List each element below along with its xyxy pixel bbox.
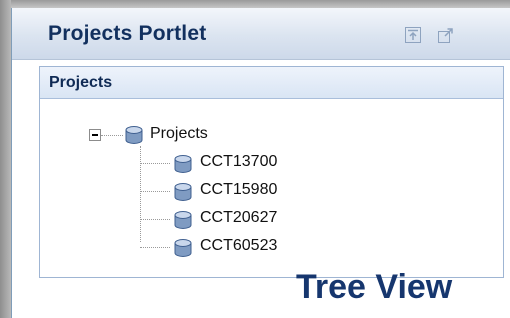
portlet-title: Projects Portlet xyxy=(48,22,207,45)
tree-connector xyxy=(140,163,170,164)
maximize-icon[interactable] xyxy=(437,26,455,44)
tree-node[interactable]: CCT15980 xyxy=(200,181,277,199)
screen: Projects Portlet Projects Projects CCT13… xyxy=(0,0,510,318)
cylinder-icon xyxy=(172,210,194,230)
tree-connector xyxy=(140,146,141,242)
tree-node[interactable]: CCT60523 xyxy=(200,237,277,255)
tree-connector xyxy=(101,135,123,136)
collapse-toggle[interactable] xyxy=(89,129,101,141)
cylinder-icon xyxy=(172,182,194,202)
cylinder-icon xyxy=(172,154,194,174)
tree-connector xyxy=(140,247,170,248)
projects-section: Projects Projects CCT13700 CCT15980 CCT2… xyxy=(39,66,504,278)
tree-node[interactable]: CCT13700 xyxy=(200,153,277,171)
portlet-header: Projects Portlet xyxy=(12,8,510,60)
tree-connector xyxy=(140,191,170,192)
tree-node-root[interactable]: Projects xyxy=(150,125,208,143)
tree-connector xyxy=(140,219,170,220)
tree-view-caption: Tree View xyxy=(296,268,453,306)
project-tree: Projects CCT13700 CCT15980 CCT20627 CCT6… xyxy=(40,67,503,277)
cylinder-icon xyxy=(172,238,194,258)
cylinder-icon xyxy=(123,125,145,145)
window-left-edge xyxy=(0,0,11,318)
tree-node[interactable]: CCT20627 xyxy=(200,209,277,227)
minimize-icon[interactable] xyxy=(404,26,422,44)
window-top-edge xyxy=(0,0,510,8)
